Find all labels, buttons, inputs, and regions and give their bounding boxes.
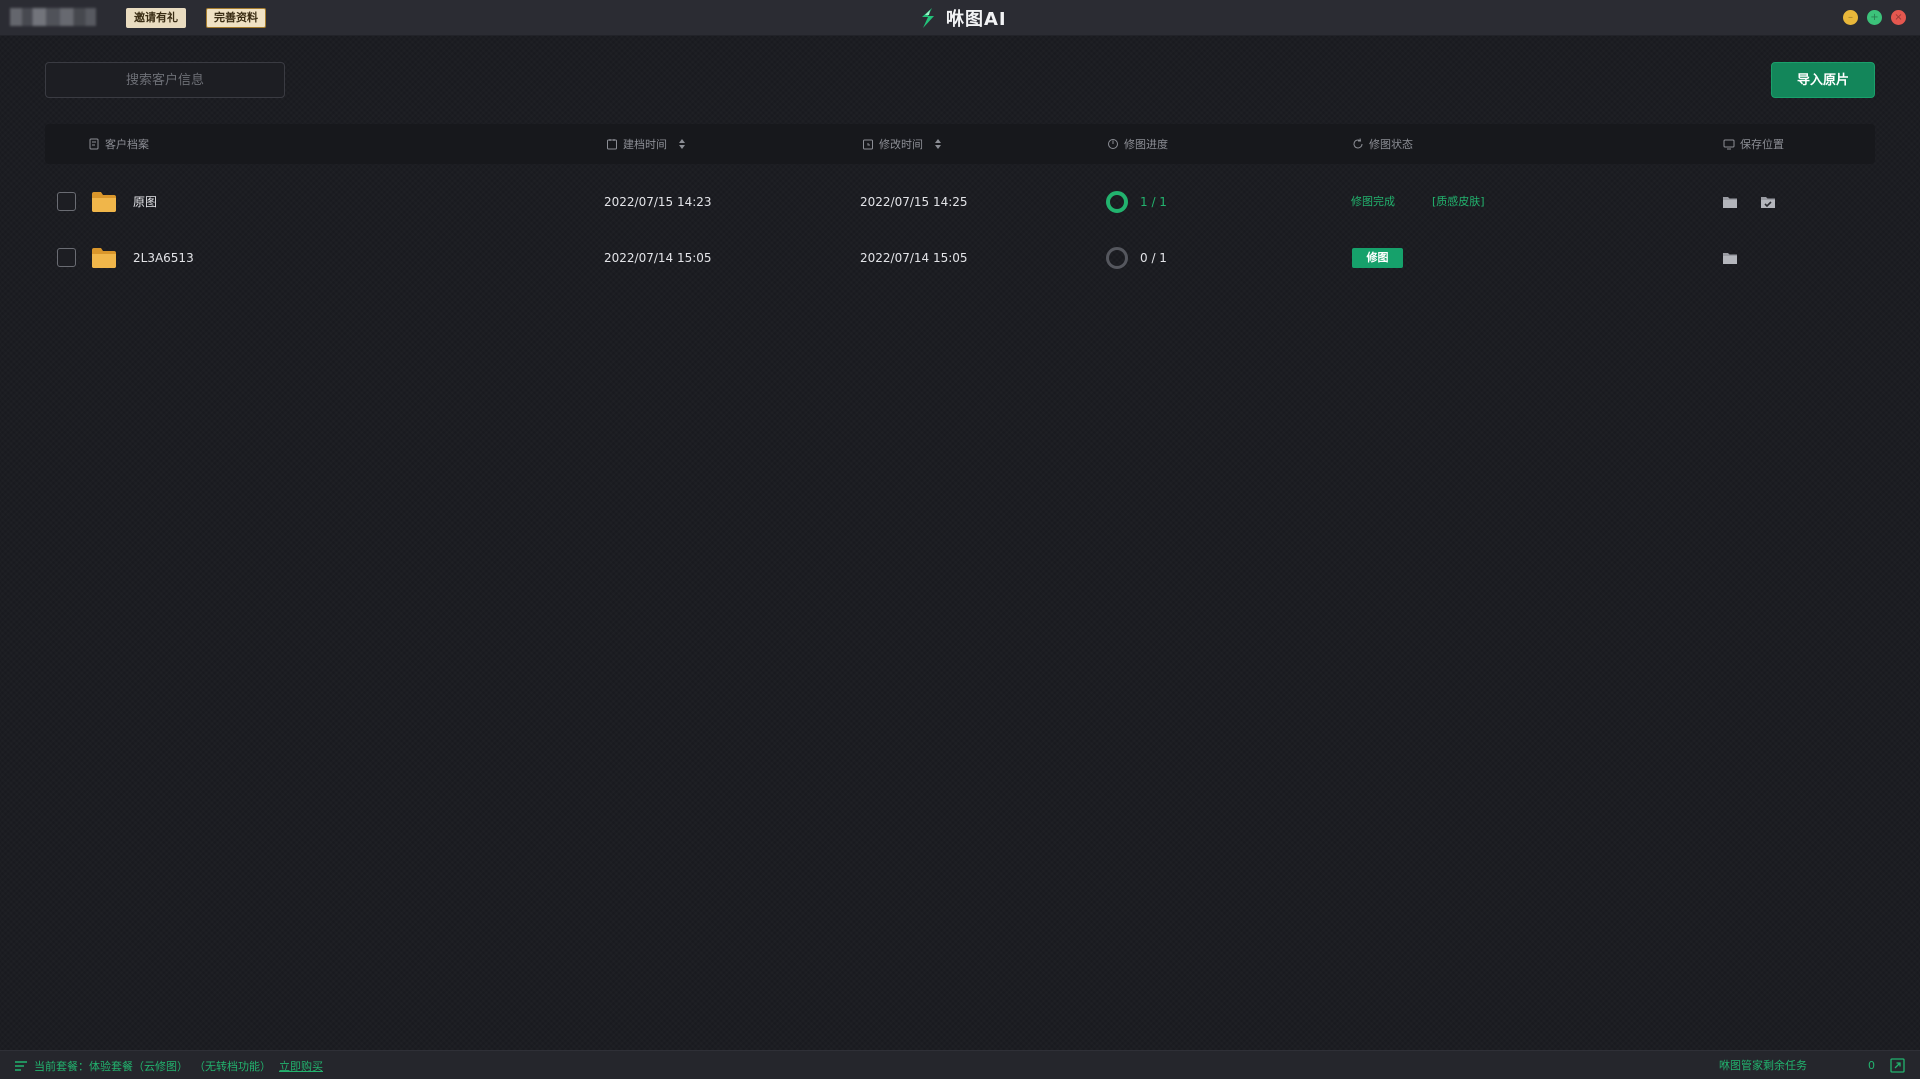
progress-count: 0 / 1 [1140,251,1167,265]
lightning-s-logo-icon [922,8,934,28]
buy-now-link[interactable]: 立即购买 [279,1058,323,1074]
import-photos-button[interactable]: 导入原片 [1771,62,1875,98]
sort-icon[interactable] [678,138,686,150]
open-folder-icon[interactable] [1722,250,1738,266]
progress-ring-pending [1106,247,1128,269]
folder-icon [92,248,116,268]
open-folder-icon[interactable] [1722,194,1738,210]
column-modified-label: 修改时间 [879,138,923,151]
column-progress: 修图进度 [1107,124,1168,164]
user-name-blurred[interactable] [10,8,96,26]
app-name: 咻图AI [946,9,1007,30]
table-row[interactable]: 原图 2022/07/15 14:23 2022/07/15 14:25 1 /… [45,174,1875,230]
status-bar: 当前套餐：体验套餐（云修图） （无转档功能） 立即购买 咻图管家剩余任务 0 [0,1050,1920,1079]
remaining-tasks-count: 0 [1868,1059,1875,1072]
search-box[interactable] [45,62,285,98]
close-button[interactable]: × [1891,10,1906,25]
remaining-tasks-label: 咻图管家剩余任务 [1719,1059,1807,1072]
column-client: 客户档案 [88,124,149,164]
column-progress-label: 修图进度 [1124,138,1168,151]
title-bar: 邀请有礼 完善资料 咻图AI – + × [0,0,1920,36]
column-status-label: 修图状态 [1369,138,1413,151]
created-time: 2022/07/14 15:05 [604,251,712,265]
created-time: 2022/07/15 14:23 [604,195,712,209]
close-icon: × [1894,12,1903,23]
column-status: 修图状态 [1352,124,1413,164]
invite-gift-button[interactable]: 邀请有礼 [126,8,186,28]
menu-lines-icon [15,1060,27,1071]
plan-note: （无转档功能） [194,1059,271,1073]
progress-count: 1 / 1 [1140,195,1167,209]
row-checkbox[interactable] [57,248,76,267]
refresh-icon [1353,138,1363,149]
plan-info: 当前套餐：体验套餐（云修图） （无转档功能） 立即购买 [14,1051,323,1079]
retouch-button[interactable]: 修图 [1352,248,1403,268]
row-checkbox[interactable] [57,192,76,211]
maximize-button[interactable]: + [1867,10,1882,25]
edit-clock-icon [863,139,873,150]
modified-time: 2022/07/14 15:05 [860,251,968,265]
status-style-tag: [质感皮肤] [1432,195,1485,208]
app-title: 咻图AI [916,4,1007,32]
archive-icon [89,138,99,150]
client-name[interactable]: 原图 [133,174,157,230]
maximize-icon: + [1870,12,1879,23]
sort-icon[interactable] [934,138,942,150]
status-complete: 修图完成 [1351,195,1395,208]
column-save: 保存位置 [1723,124,1784,164]
column-created[interactable]: 建档时间 [606,124,686,164]
minimize-icon: – [1848,12,1853,23]
calendar-icon [607,139,617,150]
monitor-icon [1723,139,1735,150]
modified-time: 2022/07/15 14:25 [860,195,968,209]
client-name[interactable]: 2L3A6513 [133,230,194,286]
table-header: 客户档案 建档时间 修改时间 修图进度 修图状态 保存位置 [45,124,1875,164]
column-modified[interactable]: 修改时间 [862,124,942,164]
column-save-label: 保存位置 [1740,138,1784,151]
expand-icon[interactable] [1890,1058,1905,1073]
check-folder-icon[interactable] [1760,194,1776,210]
column-client-label: 客户档案 [105,138,149,151]
plan-label: 当前套餐：体验套餐（云修图） [34,1059,188,1073]
column-created-label: 建档时间 [623,138,667,151]
progress-icon [1108,139,1118,149]
minimize-button[interactable]: – [1843,10,1858,25]
table-row[interactable]: 2L3A6513 2022/07/14 15:05 2022/07/14 15:… [45,230,1875,286]
search-input[interactable] [46,63,284,97]
progress-ring-complete [1106,191,1128,213]
folder-icon [92,192,116,212]
complete-profile-button[interactable]: 完善资料 [206,8,266,28]
